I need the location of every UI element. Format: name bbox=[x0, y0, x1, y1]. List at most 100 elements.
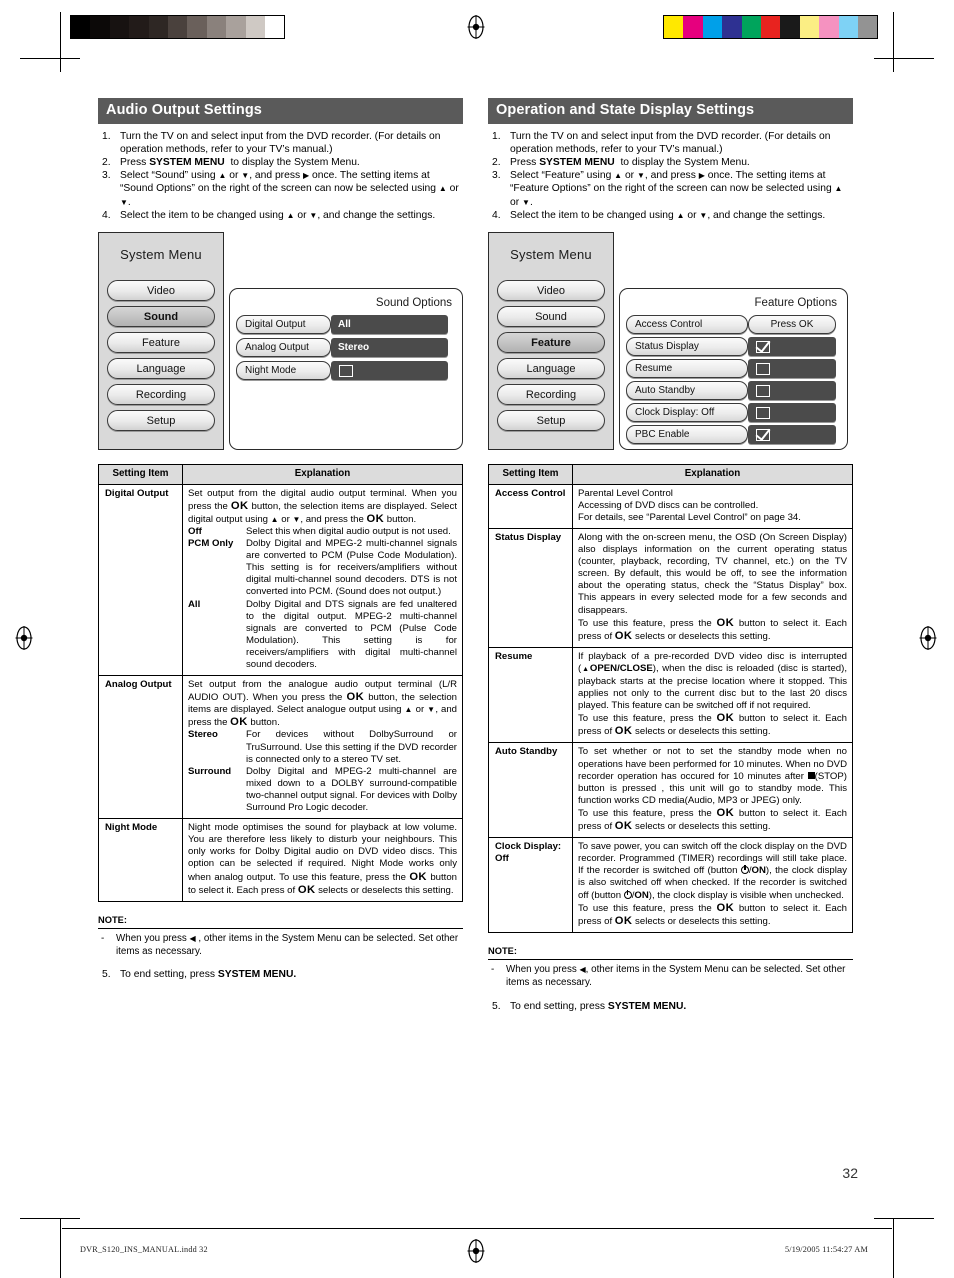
option-checkbox-status-display[interactable] bbox=[748, 337, 836, 357]
footer-timestamp: 5/19/2005 11:54:27 AM bbox=[784, 1245, 868, 1254]
menu-pill-feature[interactable]: Feature bbox=[107, 332, 215, 354]
crop-mark-bottom-right-vertical bbox=[893, 1218, 894, 1278]
sound-options-panel: Sound Options Digital Output All Analog Ou… bbox=[229, 288, 463, 451]
footer-filename: DVR_S120_INS_MANUAL.indd 32 bbox=[80, 1245, 208, 1254]
explanation-line: Accessing of DVD discs can be controlled… bbox=[578, 499, 759, 511]
setting-explanation: Along with the on-screen menu, the OSD (… bbox=[572, 528, 853, 648]
registration-mark-left bbox=[15, 626, 33, 650]
option-row[interactable]: Analog Output Stereo bbox=[236, 338, 456, 358]
table-row: Resume If playback of a pre-recorded DVD … bbox=[488, 647, 853, 744]
explanation-sub-item: Surround Dolby Digital and MPEG-2 multi-c… bbox=[188, 766, 457, 814]
option-value-analog-output[interactable]: Stereo bbox=[331, 338, 448, 358]
option-row[interactable]: Access Control Press OK bbox=[626, 315, 841, 335]
step-item-3: 3. Select “Sound” using or , and press on… bbox=[98, 169, 463, 209]
crop-mark-top-right-vertical bbox=[893, 12, 894, 72]
table-row: Auto Standby To set whether or not to set… bbox=[488, 742, 853, 839]
option-label-digital-output: Digital Output bbox=[236, 315, 331, 335]
grayscale-swatch-6 bbox=[187, 16, 207, 38]
setting-item-name: Digital Output bbox=[98, 484, 183, 677]
menu-pill-sound[interactable]: Sound bbox=[107, 306, 215, 328]
option-checkbox-clock-display-off[interactable] bbox=[748, 403, 836, 423]
option-label-night-mode: Night Mode bbox=[236, 361, 331, 381]
registration-mark-bottom bbox=[467, 1239, 485, 1263]
step-item-2: 2. Press SYSTEM MENU to display the Syste… bbox=[98, 156, 463, 169]
note-divider bbox=[98, 928, 463, 930]
menu-pill-video[interactable]: Video bbox=[497, 280, 605, 302]
option-row[interactable]: Status Display bbox=[626, 337, 841, 357]
grayscale-calibration-bar bbox=[70, 15, 286, 39]
note-divider bbox=[488, 959, 853, 961]
feature-settings-table: Setting Item Explanation Access Control P… bbox=[488, 464, 853, 933]
step-number: 4. bbox=[492, 209, 501, 221]
checkbox-unchecked-icon bbox=[756, 406, 770, 419]
color-swatch-7 bbox=[799, 16, 820, 38]
menu-pill-recording[interactable]: Recording bbox=[497, 384, 605, 406]
step-item-2: 2. Press SYSTEM MENU to display the Syste… bbox=[488, 156, 853, 169]
menu-pill-setup[interactable]: Setup bbox=[497, 410, 605, 432]
left-column: Audio Output Settings 1. Turn the TV on a… bbox=[98, 98, 463, 982]
option-label-status-display: Status Display bbox=[626, 337, 748, 357]
system-menu-item-list: Video Sound Feature Language Recording Setup bbox=[489, 280, 613, 432]
step-item-1: 1. Turn the TV on and select input from t… bbox=[488, 130, 853, 156]
feature-options-panel: Feature Options Access Control Press OK St… bbox=[619, 288, 848, 451]
table-row: Analog Output Set output from the analogu… bbox=[98, 675, 463, 820]
sound-system-menu-mockup: System Menu Video Sound Feature Language Rec… bbox=[98, 232, 463, 451]
sub-item-key: All bbox=[188, 598, 201, 610]
step-text: Select the item to be changed using or ,… bbox=[120, 209, 463, 222]
option-row[interactable]: Night Mode bbox=[236, 361, 456, 381]
menu-pill-language[interactable]: Language bbox=[107, 358, 215, 380]
note-item: - When you press , other items in the Sy… bbox=[98, 933, 463, 958]
feature-steps-list: 1. Turn the TV on and select input from t… bbox=[488, 130, 853, 222]
menu-pill-sound[interactable]: Sound bbox=[497, 306, 605, 328]
option-row[interactable]: Clock Display: Off bbox=[626, 403, 841, 423]
note-bullet: - bbox=[101, 933, 105, 945]
setting-item-name: Clock Display: Off bbox=[488, 837, 573, 933]
menu-pill-language[interactable]: Language bbox=[497, 358, 605, 380]
option-value-digital-output[interactable]: All bbox=[331, 315, 448, 335]
option-row[interactable]: Auto Standby bbox=[626, 381, 841, 401]
explanation-paragraph: To save power, you can switch off the cl… bbox=[578, 841, 847, 901]
feature-system-menu-mockup: System Menu Video Sound Feature Language Rec… bbox=[488, 232, 853, 451]
step-number: 4. bbox=[102, 209, 111, 221]
option-checkbox-resume[interactable] bbox=[748, 359, 836, 379]
audio-settings-table: Setting Item Explanation Digital Output S… bbox=[98, 464, 463, 902]
option-row[interactable]: Digital Output All bbox=[236, 315, 456, 335]
step-item-4: 4. Select the item to be changed using or… bbox=[98, 209, 463, 222]
option-row[interactable]: PBC Enable bbox=[626, 425, 841, 445]
step-text: Select the item to be changed using or ,… bbox=[510, 209, 853, 222]
option-label-access-control: Access Control bbox=[626, 315, 748, 335]
grayscale-swatch-7 bbox=[206, 16, 227, 38]
note-item: - When you press , other items in the Sy… bbox=[488, 964, 853, 989]
menu-pill-recording[interactable]: Recording bbox=[107, 384, 215, 406]
option-label-auto-standby: Auto Standby bbox=[626, 381, 748, 401]
menu-pill-video[interactable]: Video bbox=[107, 280, 215, 302]
table-row: Digital Output Set output from the digita… bbox=[98, 484, 463, 677]
sound-options-title: Sound Options bbox=[375, 297, 452, 310]
setting-item-name: Access Control bbox=[488, 484, 573, 529]
setting-explanation: To set whether or not to set the standby… bbox=[572, 742, 853, 839]
left-note-block: NOTE: - When you press , other items in … bbox=[98, 914, 463, 982]
color-swatch-4 bbox=[741, 16, 761, 38]
option-checkbox-auto-standby[interactable] bbox=[748, 381, 836, 401]
setting-explanation: To save power, you can switch off the cl… bbox=[572, 837, 853, 933]
explanation-tail: To use this feature, press the OK button… bbox=[578, 616, 847, 642]
sub-item-value: Dolby Digital and DTS signals are fed un… bbox=[246, 598, 457, 670]
color-swatch-5 bbox=[760, 16, 781, 38]
menu-pill-feature[interactable]: Feature bbox=[497, 332, 605, 354]
option-label-analog-output: Analog Output bbox=[236, 338, 331, 358]
setting-explanation: Set output from the digital audio output… bbox=[182, 484, 463, 677]
end-step-text: To end setting, press SYSTEM MENU. bbox=[510, 1000, 687, 1012]
checkbox-unchecked-icon bbox=[339, 364, 353, 377]
explanation-tail: To use this feature, press the OK button… bbox=[578, 712, 847, 738]
option-checkbox-night-mode[interactable] bbox=[331, 361, 448, 381]
option-row[interactable]: Resume bbox=[626, 359, 841, 379]
grayscale-swatch-5 bbox=[167, 16, 188, 38]
sub-item-value: Select this when digital audio output is… bbox=[246, 525, 451, 537]
explanation-tail: To use this feature, press the OK button… bbox=[578, 806, 847, 833]
menu-pill-setup[interactable]: Setup bbox=[107, 410, 215, 432]
step-text: Turn the TV on and select input from the… bbox=[120, 130, 441, 155]
table-header-row: Setting Item Explanation bbox=[98, 464, 463, 485]
option-checkbox-pbc-enable[interactable] bbox=[748, 425, 836, 445]
sub-item-key: Surround bbox=[188, 765, 232, 777]
option-value-access-control[interactable]: Press OK bbox=[748, 315, 836, 335]
